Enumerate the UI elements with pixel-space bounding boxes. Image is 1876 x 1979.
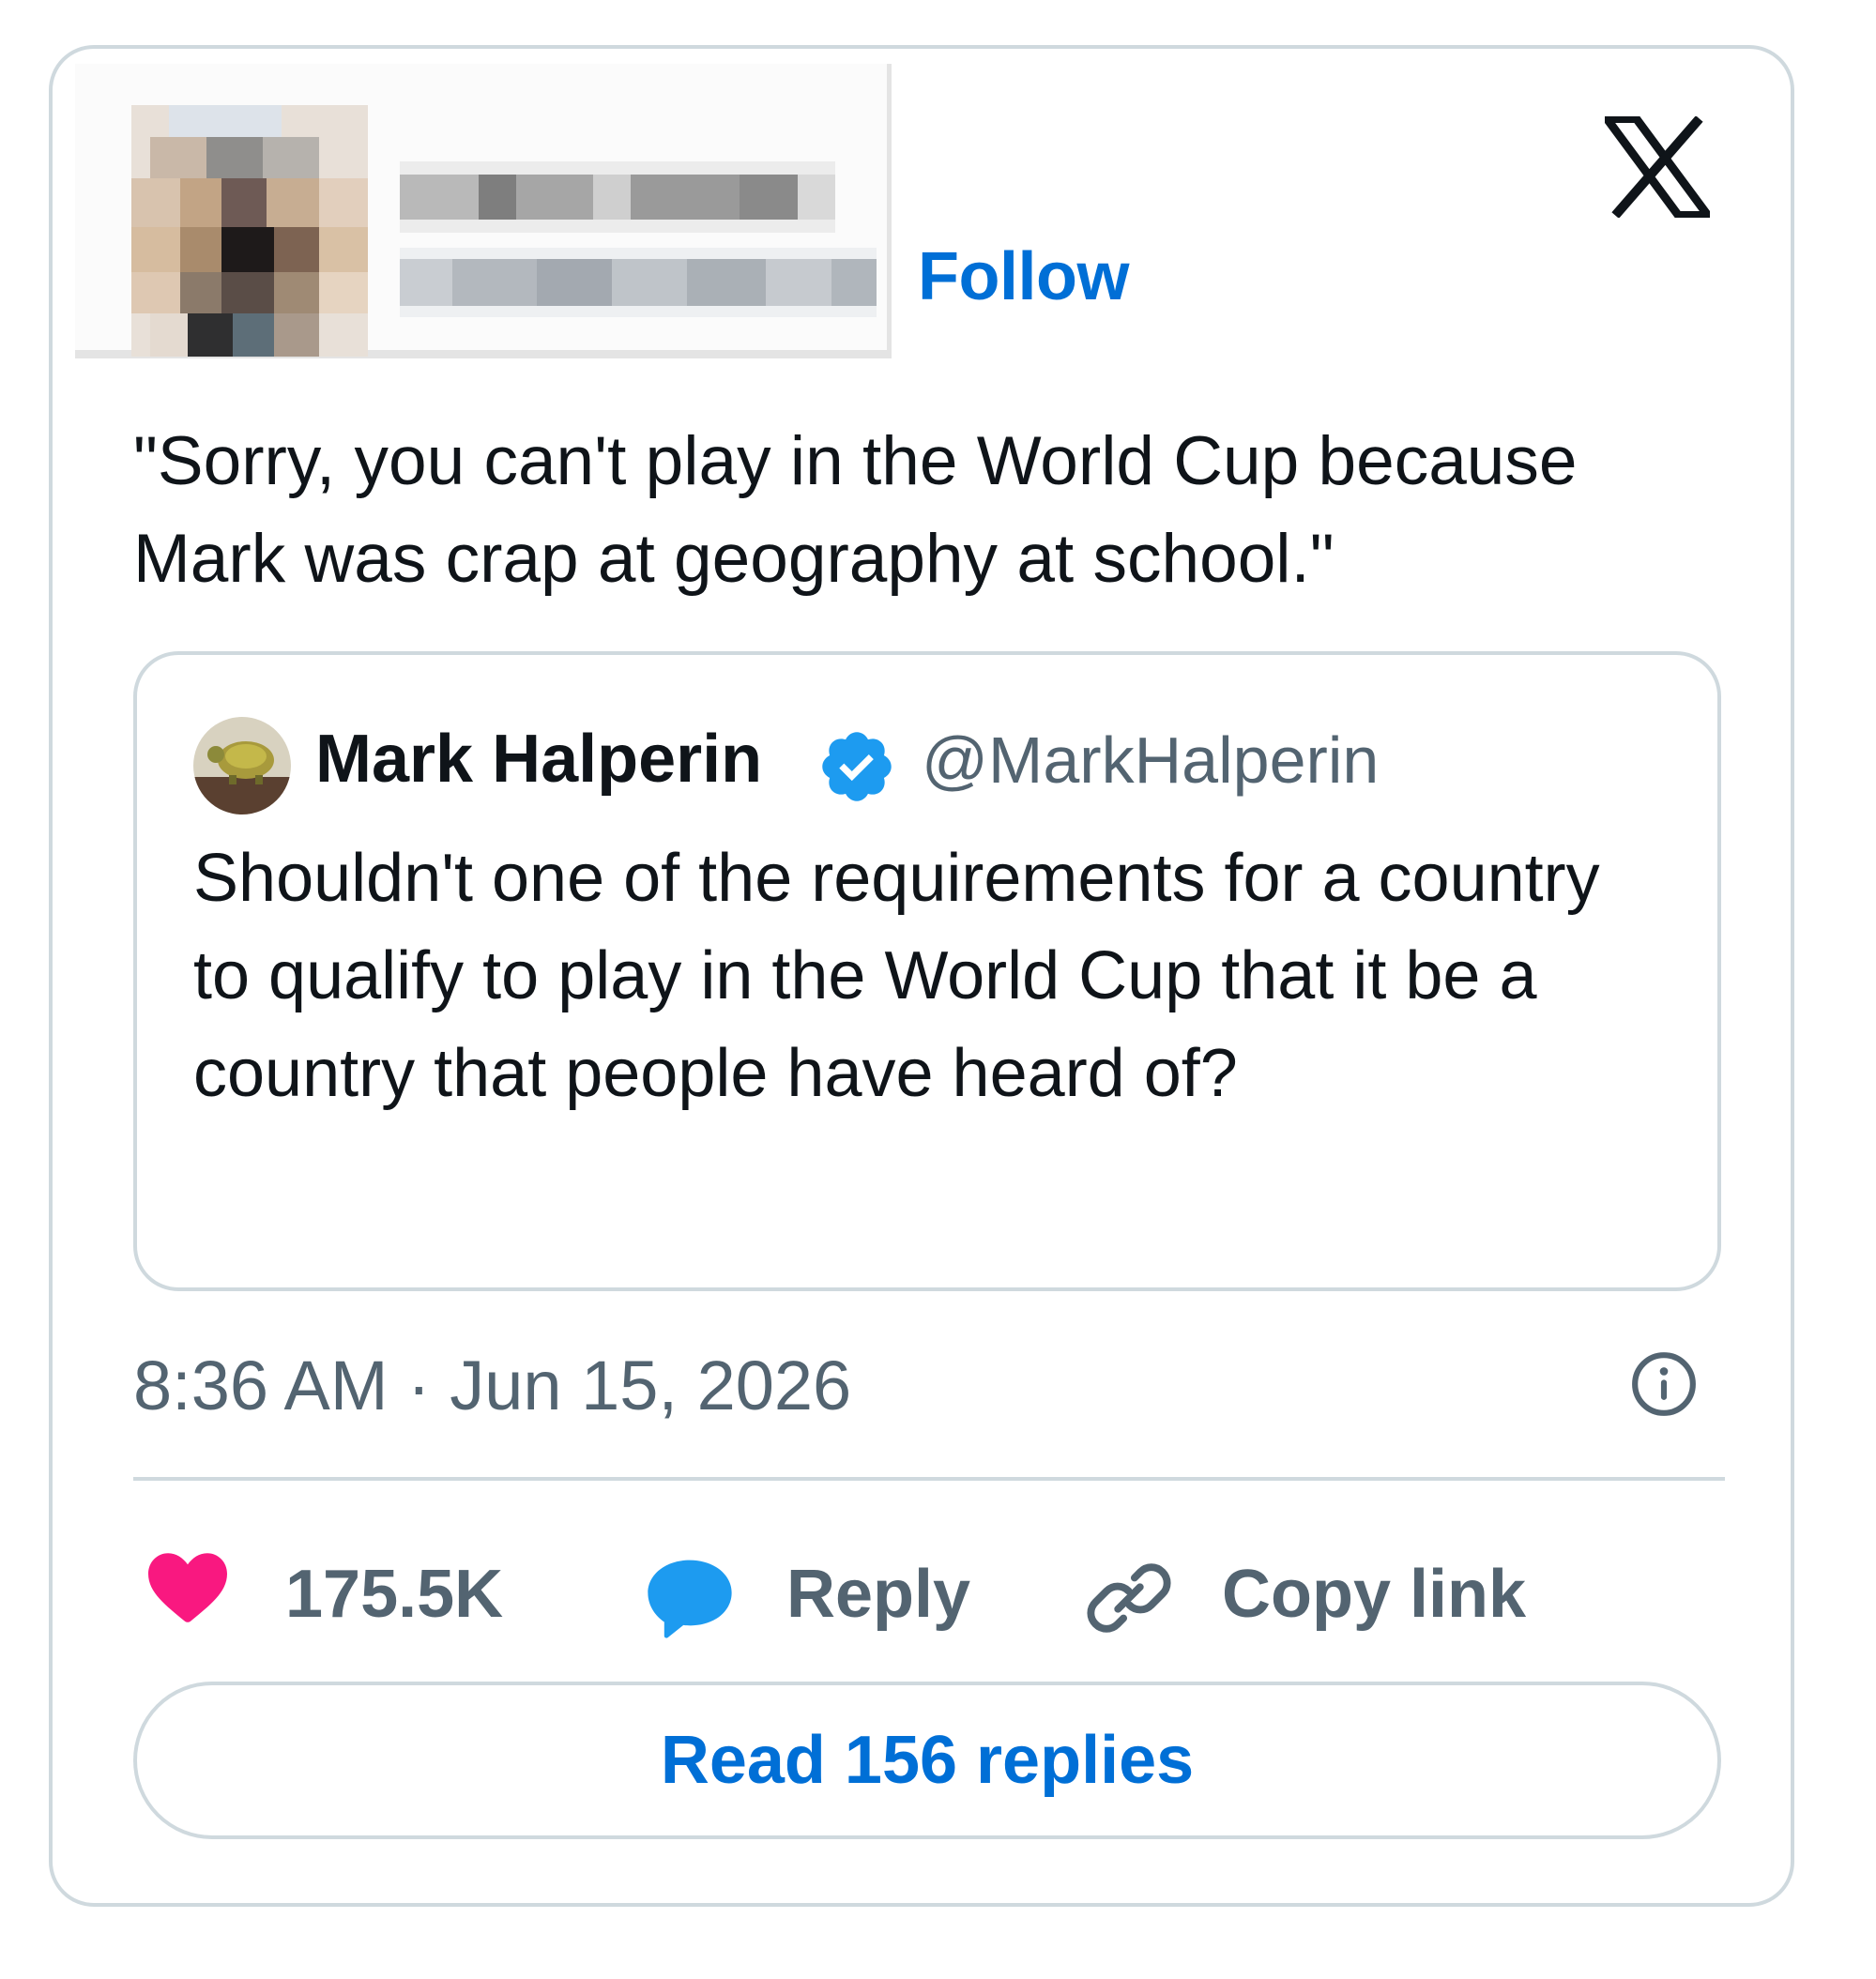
like-button[interactable]: 175.5K: [143, 1543, 537, 1646]
author-handle-obscured[interactable]: [400, 248, 877, 317]
quoted-author-avatar[interactable]: [193, 717, 291, 814]
follow-button[interactable]: Follow: [918, 238, 1129, 315]
x-logo-icon[interactable]: [1605, 116, 1710, 218]
info-icon[interactable]: [1629, 1349, 1699, 1419]
copy-link-button[interactable]: Copy link: [1085, 1543, 1554, 1646]
quoted-tweet-text: Shouldn't one of the requirements for a …: [193, 841, 1600, 1111]
link-icon: [1087, 1563, 1171, 1633]
author-name-obscured[interactable]: [400, 161, 835, 233]
tweet-timestamp[interactable]: 8:36 AM · Jun 15, 2026: [133, 1346, 851, 1425]
like-count: 175.5K: [285, 1557, 504, 1632]
tweet-text: "Sorry, you can't play in the World Cup …: [133, 423, 1578, 597]
reply-button[interactable]: Reply: [642, 1543, 1055, 1646]
quoted-tweet[interactable]: Mark Halperin @MarkHalperin Shouldn't on…: [133, 651, 1721, 1291]
author-avatar[interactable]: [131, 105, 368, 357]
heart-icon: [148, 1553, 227, 1622]
divider: [133, 1477, 1725, 1481]
reply-label: Reply: [786, 1557, 971, 1632]
quoted-author-name[interactable]: Mark Halperin: [315, 721, 762, 798]
read-replies-button[interactable]: Read 156 replies: [133, 1682, 1721, 1839]
copy-link-label: Copy link: [1222, 1557, 1527, 1632]
quoted-author-handle[interactable]: @MarkHalperin: [922, 723, 1379, 798]
speech-bubble-icon: [648, 1560, 732, 1638]
embedded-tweet-card: Follow "Sorry, you can't play in the Wor…: [49, 45, 1794, 1907]
author-header: [75, 64, 892, 358]
verified-badge-icon: [822, 732, 892, 801]
